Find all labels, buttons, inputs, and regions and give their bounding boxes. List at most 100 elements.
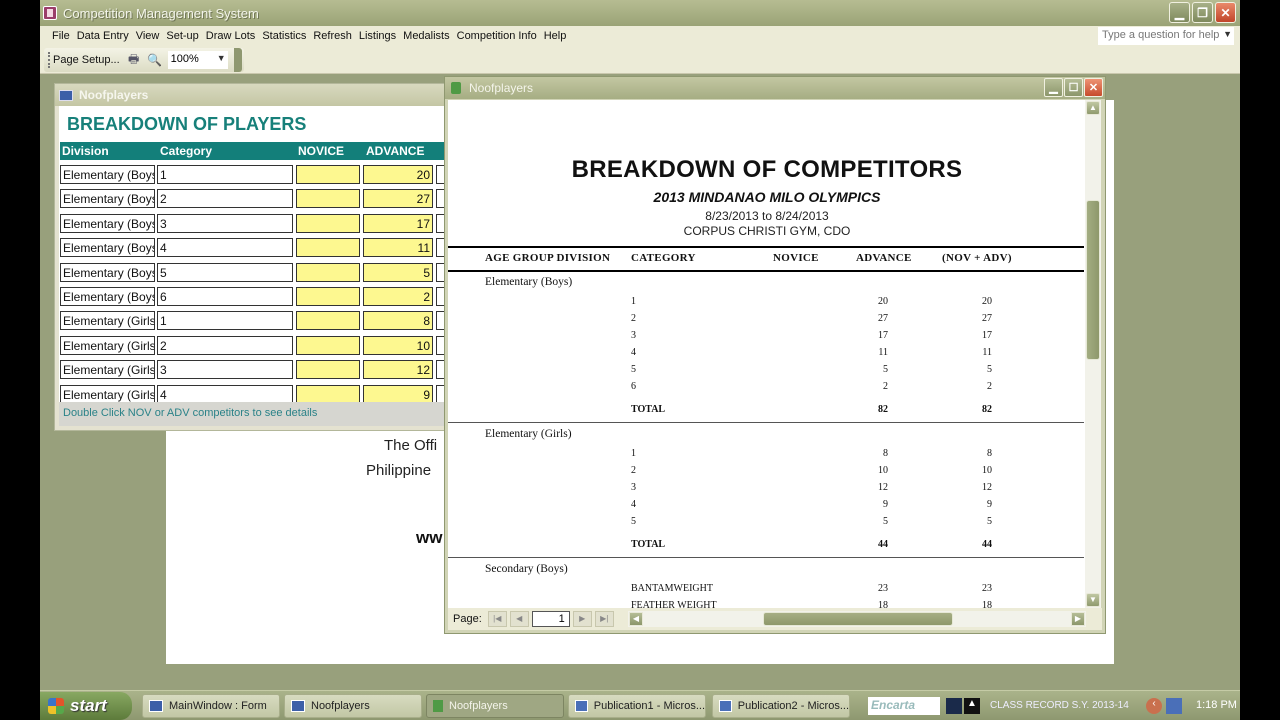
division-field[interactable]: Elementary (Boys) <box>60 189 155 209</box>
advance-field[interactable]: 9 <box>363 384 433 404</box>
menu-file[interactable]: File <box>52 30 70 42</box>
first-page-icon[interactable]: |◀ <box>487 611 507 627</box>
report-advance: 8 <box>883 448 888 459</box>
app-title-bar: Competition Management System ▁ ❐ ✕ <box>40 0 1240 26</box>
close-button[interactable]: ✕ <box>1215 2 1236 23</box>
division-field[interactable]: Elementary (Boys) <box>60 238 155 258</box>
zoom-magnifier-icon[interactable]: 🔍 <box>147 52 163 68</box>
tray-expand-icon[interactable]: ‹ <box>1146 698 1162 714</box>
advance-field[interactable]: 20 <box>363 165 433 184</box>
menu-medalists[interactable]: Medalists <box>403 30 449 42</box>
encarta-search-box[interactable]: Encarta <box>868 697 940 715</box>
category-field[interactable]: 3 <box>157 360 293 380</box>
advance-field[interactable]: 10 <box>363 335 433 355</box>
form-row: Elementary (Girls) 3 12 <box>60 360 453 380</box>
category-field[interactable]: 1 <box>157 165 293 184</box>
taskbar-item[interactable]: Publication2 - Micros... <box>712 694 850 718</box>
novice-field[interactable] <box>296 335 360 355</box>
restore-button[interactable]: ❐ <box>1192 2 1213 23</box>
search-tray-icon[interactable] <box>946 698 962 714</box>
novice-field[interactable] <box>296 262 360 282</box>
taskbar-item-active[interactable]: Noofplayers <box>426 694 564 718</box>
novice-field[interactable] <box>296 189 360 209</box>
print-icon[interactable]: 🖶 <box>126 52 142 68</box>
category-field[interactable]: 2 <box>157 335 293 355</box>
report-vertical-scrollbar[interactable]: ▲ ▼ <box>1085 100 1101 608</box>
taskbar: start MainWindow : Form Noofplayers Noof… <box>40 690 1240 720</box>
report-horizontal-scrollbar[interactable]: ◀ ▶ <box>628 611 1086 627</box>
report-minimize-button[interactable]: ▁ <box>1044 78 1063 97</box>
taskbar-item[interactable]: Publication1 - Micros... <box>568 694 706 718</box>
division-field[interactable]: Elementary (Girls) <box>60 384 155 404</box>
category-field[interactable]: 1 <box>157 311 293 331</box>
novice-field[interactable] <box>296 360 360 380</box>
menu-competition-info[interactable]: Competition Info <box>457 30 537 42</box>
scroll-right-icon[interactable]: ▶ <box>1071 612 1085 626</box>
menu-data-entry[interactable]: Data Entry <box>77 30 129 42</box>
division-field[interactable]: Elementary (Girls) <box>60 335 155 355</box>
start-button[interactable]: start <box>40 692 132 720</box>
scroll-left-icon[interactable]: ◀ <box>629 612 643 626</box>
advance-field[interactable]: 2 <box>363 287 433 306</box>
division-field[interactable]: Elementary (Boys) <box>60 262 155 282</box>
report-advance: 11 <box>878 347 888 358</box>
division-field[interactable]: Elementary (Boys) <box>60 213 155 233</box>
division-field[interactable]: Elementary (Boys) <box>60 165 155 184</box>
menu-view[interactable]: View <box>136 30 160 42</box>
horizontal-scroll-thumb[interactable] <box>763 612 953 626</box>
advance-field[interactable]: 11 <box>363 238 433 258</box>
scroll-up-icon[interactable]: ▲ <box>1086 101 1100 115</box>
category-field[interactable]: 6 <box>157 287 293 306</box>
access-app-icon <box>43 6 57 20</box>
category-field[interactable]: 2 <box>157 189 293 209</box>
menu-draw-lots[interactable]: Draw Lots <box>206 30 256 42</box>
menu-listings[interactable]: Listings <box>359 30 396 42</box>
menu-refresh[interactable]: Refresh <box>313 30 352 42</box>
taskbar-item[interactable]: Noofplayers <box>284 694 422 718</box>
help-question-input[interactable]: Type a question for help ▼ <box>1098 27 1234 45</box>
vertical-scroll-thumb[interactable] <box>1086 200 1100 360</box>
scroll-down-icon[interactable]: ▼ <box>1086 593 1100 607</box>
report-title-bar[interactable]: Noofplayers ▁ ☐ ✕ <box>445 77 1105 99</box>
division-field[interactable]: Elementary (Boys) <box>60 287 155 306</box>
chevron-down-icon[interactable]: ▼ <box>1223 29 1232 39</box>
toolbar-grip-handle[interactable] <box>48 52 50 68</box>
zoom-select[interactable]: 100% ▼ <box>167 51 228 69</box>
division-field[interactable]: Elementary (Girls) <box>60 360 155 380</box>
minimize-button[interactable]: ▁ <box>1169 2 1190 23</box>
novice-field[interactable] <box>296 165 360 184</box>
page-number-input[interactable]: 1 <box>531 611 570 627</box>
novice-field[interactable] <box>296 384 360 404</box>
advance-field[interactable]: 5 <box>363 262 433 282</box>
page-setup-button[interactable]: Page Setup... <box>53 54 120 66</box>
toolbar-options-button[interactable] <box>233 48 242 72</box>
menu-statistics[interactable]: Statistics <box>262 30 306 42</box>
novice-field[interactable] <box>296 238 360 258</box>
tray-toolbar-label[interactable]: CLASS RECORD S.Y. 2013-14 <box>990 700 1129 711</box>
menu-set-up[interactable]: Set-up <box>166 30 198 42</box>
novice-field[interactable] <box>296 213 360 233</box>
chevron-down-icon[interactable]: ▼ <box>217 53 226 63</box>
category-field[interactable]: 3 <box>157 213 293 233</box>
menu-help[interactable]: Help <box>544 30 567 42</box>
taskbar-item[interactable]: MainWindow : Form <box>142 694 280 718</box>
advance-field[interactable]: 17 <box>363 213 433 233</box>
report-close-button[interactable]: ✕ <box>1084 78 1103 97</box>
network-icon[interactable] <box>1166 698 1182 714</box>
novice-field[interactable] <box>296 311 360 331</box>
category-field[interactable]: 5 <box>157 262 293 282</box>
category-field[interactable]: 4 <box>157 384 293 404</box>
next-page-icon[interactable]: ▶ <box>572 611 592 627</box>
report-category: 4 <box>631 499 636 510</box>
advance-field[interactable]: 8 <box>363 311 433 331</box>
tray-app-icon[interactable]: ▲ <box>964 698 980 714</box>
advance-field[interactable]: 12 <box>363 360 433 380</box>
category-field[interactable]: 4 <box>157 238 293 258</box>
form-title-bar[interactable]: Noofplayers <box>55 84 453 106</box>
novice-field[interactable] <box>296 287 360 306</box>
last-page-icon[interactable]: ▶| <box>594 611 614 627</box>
advance-field[interactable]: 27 <box>363 189 433 209</box>
previous-page-icon[interactable]: ◀ <box>509 611 529 627</box>
division-field[interactable]: Elementary (Girls) <box>60 311 155 331</box>
report-maximize-button[interactable]: ☐ <box>1064 78 1083 97</box>
